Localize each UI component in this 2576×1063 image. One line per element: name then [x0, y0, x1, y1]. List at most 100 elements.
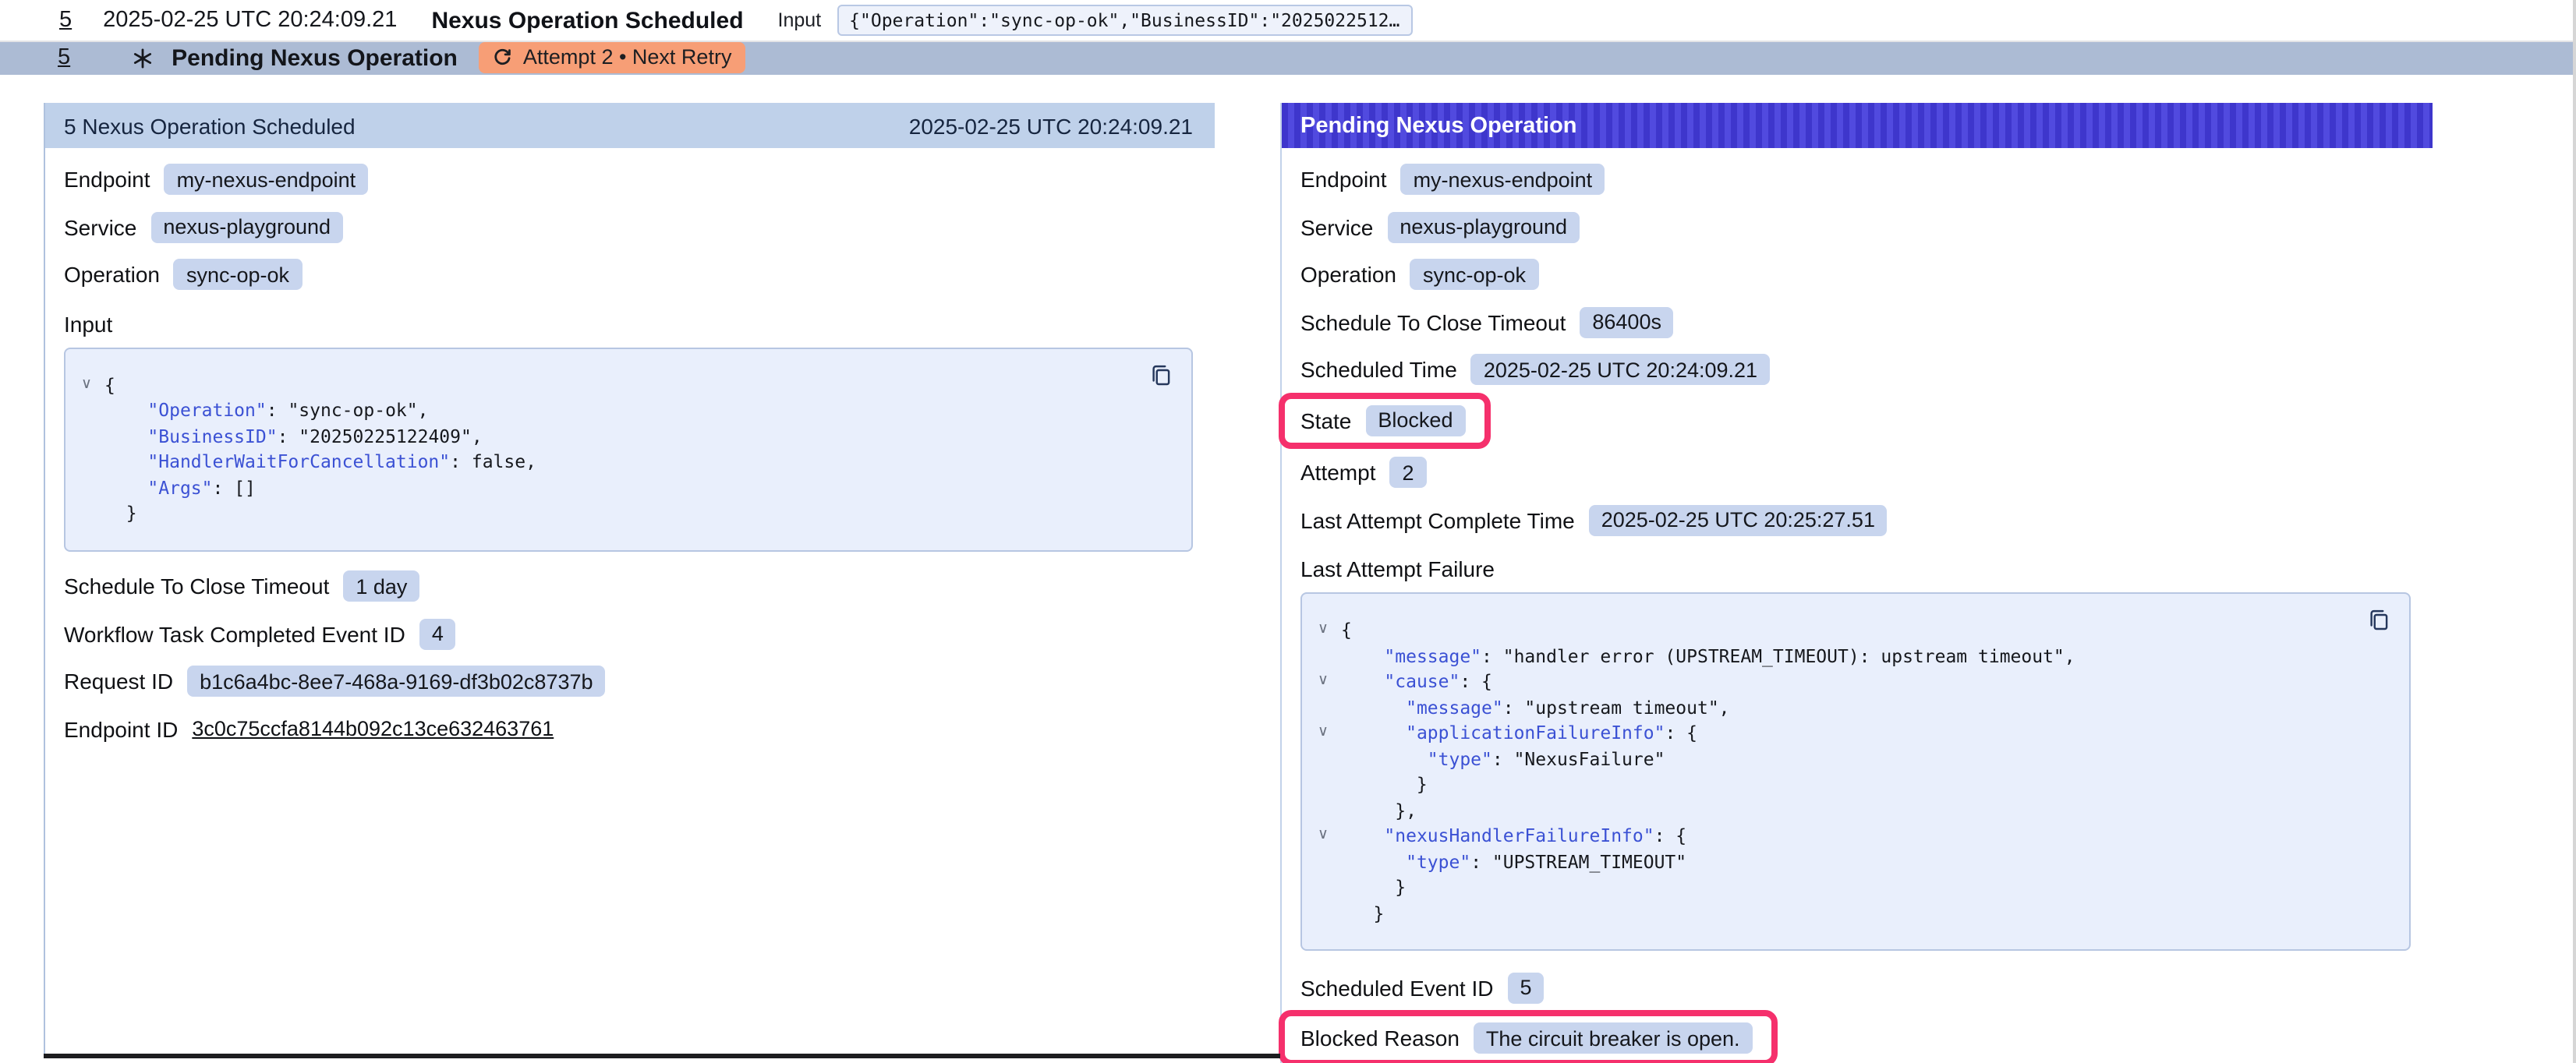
field-label: Schedule To Close Timeout [1300, 309, 1566, 334]
state-highlight-annotation: State Blocked [1279, 392, 1490, 448]
blocked-reason-badge: The circuit breaker is open. [1474, 1022, 1753, 1054]
field-value-badge: 4 [419, 618, 456, 649]
pending-operation-panel: Pending Nexus Operation Endpoint my-nexu… [1280, 103, 2433, 1063]
workflow-event-history-page: 5 2025-02-25 UTC 20:24:09.21 Nexus Opera… [0, 0, 2576, 1063]
code-line: } [1318, 772, 2347, 797]
event-title: Nexus Operation Scheduled [431, 7, 743, 34]
field-value-badge: 2 [1390, 457, 1427, 488]
code-line: "message": "upstream timeout", [1318, 694, 2347, 720]
code-gutter [81, 449, 104, 475]
failure-section-label: Last Attempt Failure [1300, 556, 2433, 581]
code-line: "Operation": "sync-op-ok", [81, 397, 1129, 423]
field-label: Last Attempt Complete Time [1300, 507, 1575, 532]
state-value-badge: Blocked [1365, 404, 1465, 436]
field-label: Blocked Reason [1300, 1026, 1460, 1051]
pending-operation-header-title: Pending Nexus Operation [1300, 113, 1577, 138]
field-value-badge: nexus-playground [1387, 211, 1580, 242]
field-value-badge: sync-op-ok [174, 259, 302, 290]
event-row-nexus-operation-scheduled[interactable]: 5 2025-02-25 UTC 20:24:09.21 Nexus Opera… [0, 0, 2573, 42]
field-value-badge: my-nexus-endpoint [165, 164, 369, 195]
code-gutter [1318, 797, 1341, 823]
event-input-preview-chip[interactable]: {"Operation":"sync-op-ok","BusinessID":"… [837, 5, 1412, 36]
field-label: Workflow Task Completed Event ID [64, 621, 405, 646]
field-row: Schedule To Close Timeout 86400s [1300, 305, 2433, 338]
code-gutter [1318, 746, 1341, 772]
field-value-badge: 1 day [343, 570, 419, 602]
field-value-badge: 2025-02-25 UTC 20:25:27.51 [1589, 504, 1888, 535]
field-label: Operation [1300, 262, 1396, 287]
field-label: State [1300, 408, 1351, 433]
copy-icon[interactable] [2367, 608, 2392, 634]
code-gutter [1318, 694, 1341, 720]
code-line: ∨{ [81, 372, 1129, 397]
panel-bottom-border [44, 1054, 1280, 1058]
field-label: Request ID [64, 669, 173, 694]
field-value-badge: nexus-playground [150, 211, 343, 242]
field-row: Request ID b1c6a4bc-8ee7-468a-9169-df3b0… [64, 665, 1215, 697]
field-row: Endpoint my-nexus-endpoint [64, 163, 1215, 196]
code-line: ∨ "cause": { [1318, 669, 2347, 694]
blocked-reason-highlight-annotation: Blocked Reason The circuit breaker is op… [1279, 1010, 1778, 1063]
code-line: ∨{ [1318, 617, 2347, 643]
scale-wrapper: 5 2025-02-25 UTC 20:24:09.21 Nexus Opera… [0, 0, 2576, 1063]
field-row: Scheduled Event ID 5 [1300, 971, 2433, 1004]
copy-icon[interactable] [1149, 362, 1174, 389]
field-label: Service [1300, 214, 1373, 239]
code-gutter [81, 500, 104, 526]
code-line: "type": "NexusFailure" [1318, 746, 2347, 772]
collapse-chevron-icon[interactable]: ∨ [1318, 823, 1341, 849]
code-gutter [81, 423, 104, 449]
code-line: ∨ "applicationFailureInfo": { [1318, 720, 2347, 746]
code-line: } [1318, 900, 2347, 926]
code-line: "BusinessID": "20250225122409", [81, 423, 1129, 449]
field-row: Workflow Task Completed Event ID 4 [64, 617, 1215, 650]
field-label: Service [64, 214, 136, 239]
pending-asterisk-icon [133, 48, 153, 69]
collapse-chevron-icon[interactable]: ∨ [81, 372, 104, 397]
field-label: Operation [64, 262, 160, 287]
code-line: "type": "UPSTREAM_TIMEOUT" [1318, 849, 2347, 874]
code-line: "Args": [] [81, 475, 1129, 500]
field-label: Scheduled Time [1300, 357, 1457, 382]
code-gutter [81, 475, 104, 500]
retry-attempt-badge: Attempt 2 • Next Retry [479, 43, 746, 74]
code-line: }, [1318, 797, 2347, 823]
input-section-label: Input [64, 311, 1215, 336]
event-row-pending-nexus-operation[interactable]: 5 Pending Nexus Operation Attempt 2 • Ne… [0, 42, 2573, 74]
collapse-chevron-icon[interactable]: ∨ [1318, 669, 1341, 694]
retry-badge-label: Attempt 2 • Next Retry [523, 46, 732, 69]
blocked-reason-row: Blocked Reason The circuit breaker is op… [1300, 1010, 2433, 1063]
retry-icon [494, 48, 512, 67]
field-label: Endpoint ID [64, 716, 178, 741]
code-line: ∨ "nexusHandlerFailureInfo": { [1318, 823, 2347, 849]
code-gutter [81, 397, 104, 423]
code-gutter [1318, 900, 1341, 926]
code-line: "HandlerWaitForCancellation": false, [81, 449, 1129, 475]
endpoint-id-link[interactable]: 3c0c75ccfa8144b092c13ce632463761 [192, 717, 554, 740]
collapse-chevron-icon[interactable]: ∨ [1318, 617, 1341, 643]
field-value-badge: 2025-02-25 UTC 20:24:09.21 [1471, 354, 1770, 385]
field-row: Service nexus-playground [1300, 210, 2433, 243]
code-gutter [1318, 874, 1341, 900]
field-value-badge: b1c6a4bc-8ee7-468a-9169-df3b02c8737b [187, 666, 605, 697]
field-value-badge: my-nexus-endpoint [1401, 164, 1605, 195]
code-gutter [1318, 772, 1341, 797]
field-label: Endpoint [1300, 167, 1387, 192]
event-detail-header: 5 Nexus Operation Scheduled 2025-02-25 U… [45, 103, 1215, 148]
failure-json-viewer: ∨{ "message": "handler error (UPSTREAM_T… [1300, 592, 2411, 951]
pending-event-id-link[interactable]: 5 [58, 46, 70, 71]
pending-event-title: Pending Nexus Operation [172, 45, 458, 72]
code-line: "message": "handler error (UPSTREAM_TIME… [1318, 643, 2347, 669]
field-row: Last Attempt Complete Time 2025-02-25 UT… [1300, 503, 2433, 536]
pending-operation-header: Pending Nexus Operation [1282, 103, 2433, 148]
code-gutter [1318, 849, 1341, 874]
code-line: } [81, 500, 1129, 526]
field-row: Operation sync-op-ok [1300, 258, 2433, 291]
event-detail-panel: 5 Nexus Operation Scheduled 2025-02-25 U… [44, 103, 1215, 1057]
event-id-link[interactable]: 5 [59, 8, 72, 33]
field-row: Attempt 2 [1300, 456, 2433, 489]
state-row: State Blocked [1300, 392, 2433, 448]
field-row: Scheduled Time 2025-02-25 UTC 20:24:09.2… [1300, 353, 2433, 386]
event-detail-header-timestamp: 2025-02-25 UTC 20:24:09.21 [909, 113, 1193, 138]
collapse-chevron-icon[interactable]: ∨ [1318, 720, 1341, 746]
